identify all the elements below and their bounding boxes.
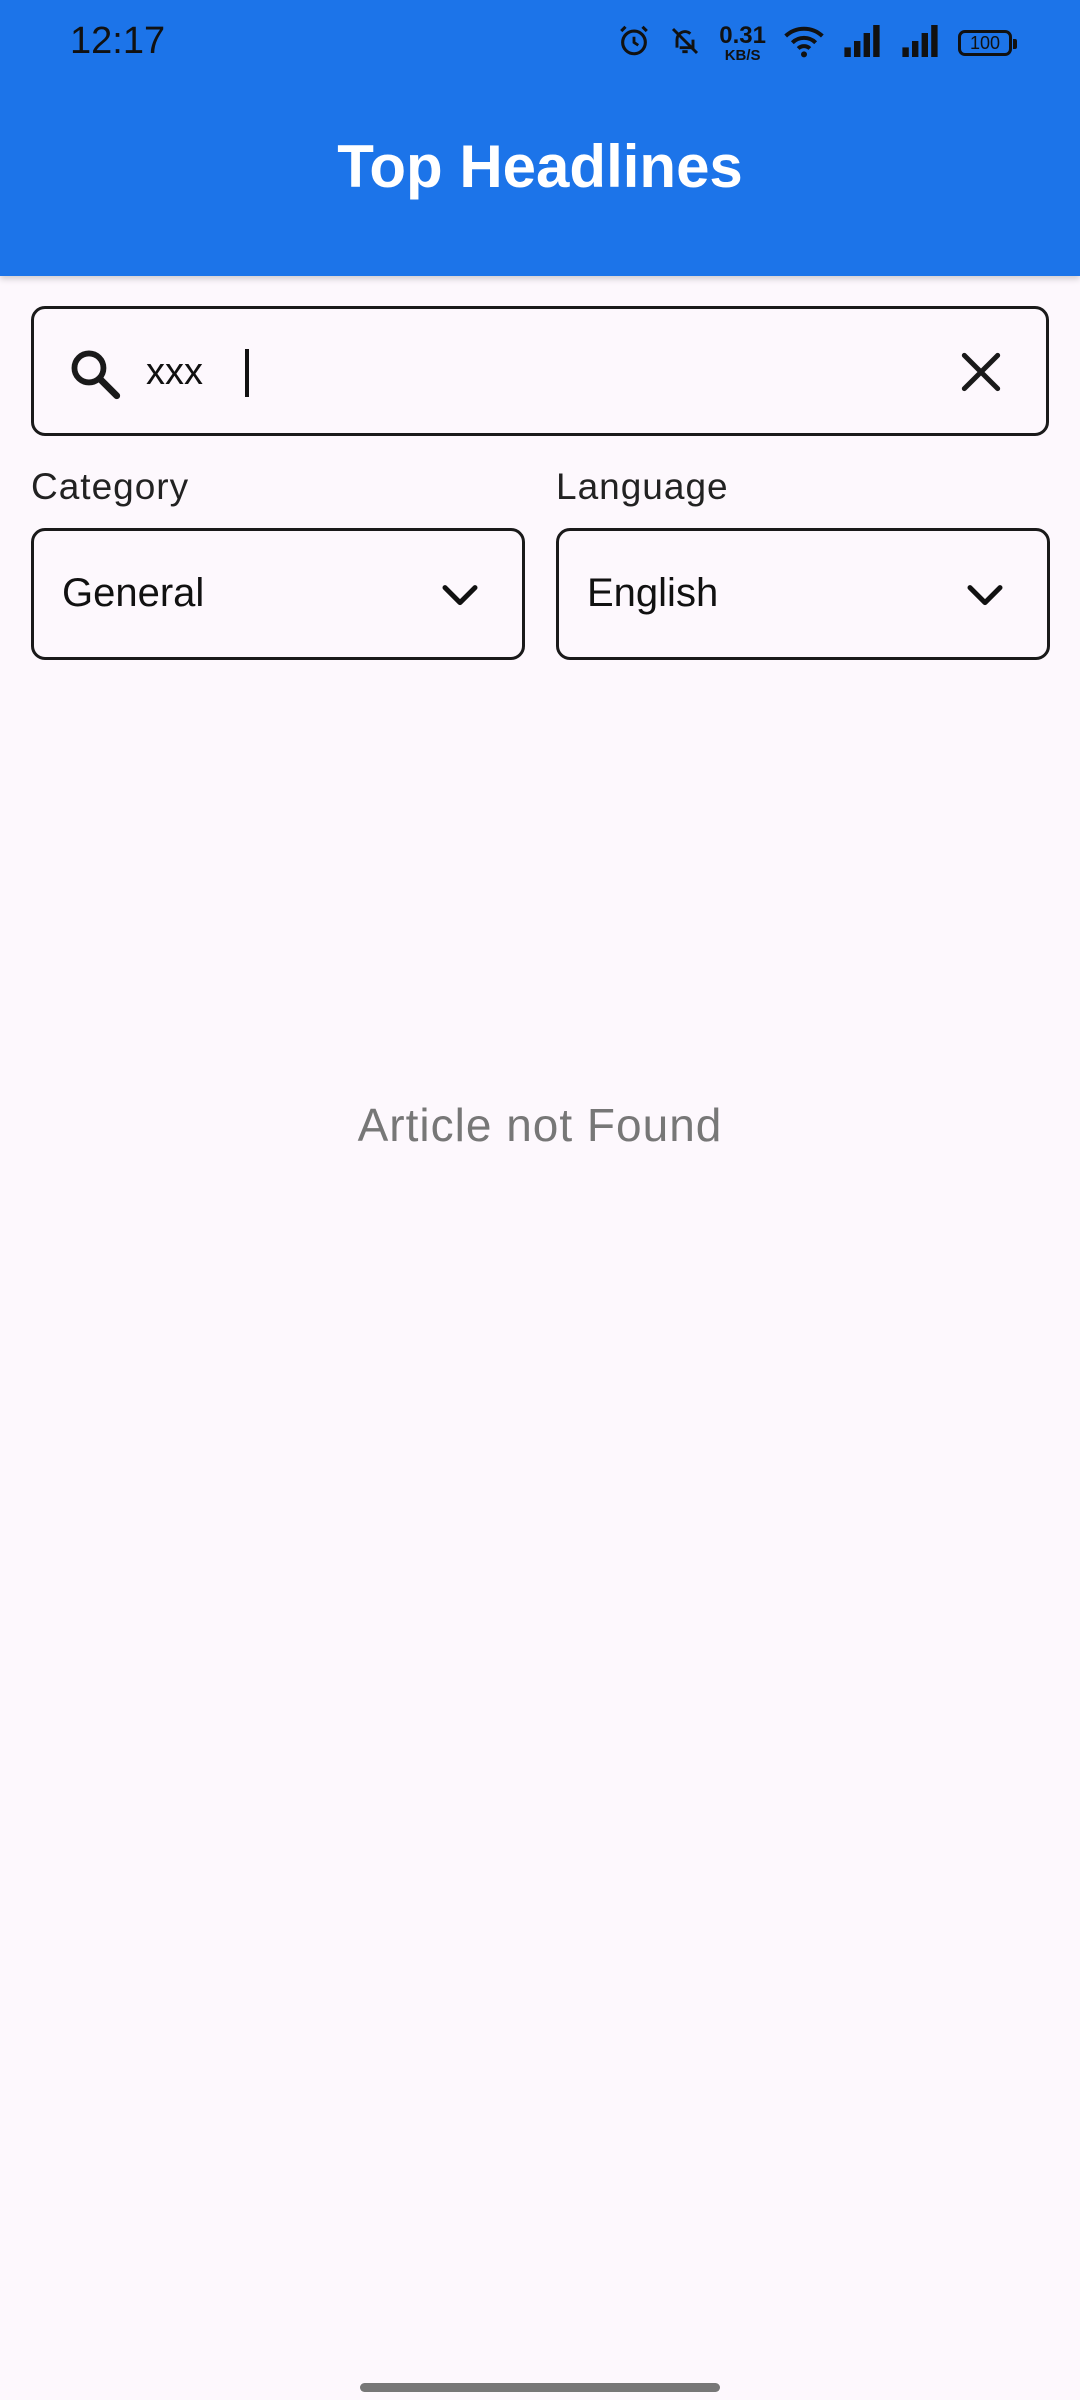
app-bar: 12:17 0.31 KB/S 100 Top Headlines [0, 0, 1080, 276]
language-dropdown[interactable]: English [556, 528, 1050, 660]
language-selected-value: English [587, 571, 719, 615]
battery-icon: 100 [958, 30, 1017, 56]
status-time: 12:17 [70, 20, 166, 62]
category-label: Category [31, 466, 190, 507]
empty-state-message: Article not Found [357, 1099, 723, 1151]
status-icons: 0.31 KB/S 100 [617, 18, 1017, 68]
chevron-down-icon [440, 581, 480, 616]
search-bar[interactable] [31, 306, 1049, 436]
category-dropdown[interactable]: General [31, 528, 525, 660]
battery-level: 100 [969, 32, 1001, 53]
signal-icon [900, 24, 940, 62]
language-label: Language [556, 466, 729, 507]
wifi-icon [784, 24, 824, 63]
network-speed-value: 0.31 [719, 21, 766, 49]
search-icon [66, 345, 124, 408]
search-input[interactable] [146, 339, 966, 405]
network-speed-unit: KB/S [724, 46, 761, 64]
page-title: Top Headlines [337, 133, 743, 200]
signal-icon [842, 24, 882, 62]
network-speed: 0.31 KB/S [719, 21, 766, 64]
home-indicator[interactable] [360, 2383, 720, 2392]
chevron-down-icon [965, 581, 1005, 616]
close-icon[interactable] [956, 347, 1006, 402]
text-cursor [245, 349, 249, 397]
bell-off-icon [669, 24, 701, 63]
alarm-icon [617, 24, 651, 63]
category-selected-value: General [62, 571, 205, 615]
